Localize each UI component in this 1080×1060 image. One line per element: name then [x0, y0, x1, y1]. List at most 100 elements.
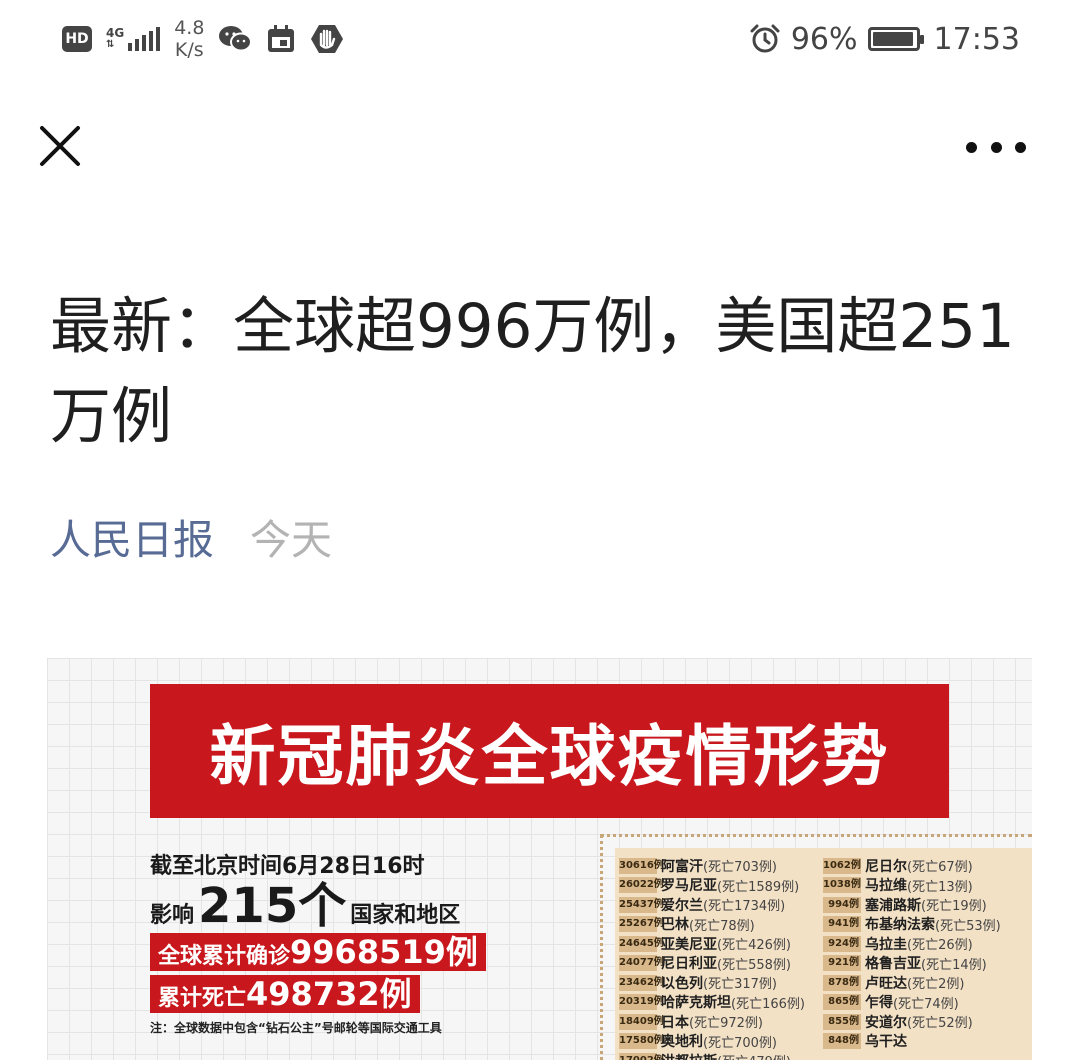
- country-name: 亚美尼亚: [661, 936, 717, 953]
- country-row: 25437例 爱尔兰 (死亡1734例): [619, 895, 805, 915]
- signal-indicator: 4G ⇅: [106, 26, 161, 51]
- calendar-icon: [268, 25, 295, 52]
- infographic-image[interactable]: 新冠肺炎全球疫情形势 截至北京时间6月28日16时 影响 215个 国家和地区 …: [47, 658, 1032, 1060]
- country-row: 865例 乍得 (死亡74例): [823, 993, 1001, 1013]
- country-name: 安道尔: [865, 1014, 907, 1031]
- status-bar: HD 4G ⇅ 4.8 K/s 96% 17:53: [0, 0, 1080, 78]
- country-row: 855例 安道尔 (死亡52例): [823, 1012, 1001, 1032]
- clock-time: 17:53: [933, 21, 1020, 57]
- case-count: 17002例: [619, 1052, 664, 1060]
- deaths-bar: 累计死亡498732例: [150, 975, 420, 1013]
- case-count: 23462例: [619, 974, 664, 991]
- country-name: 尼日利亚: [661, 956, 717, 973]
- country-name: 巴林: [661, 917, 689, 934]
- case-count: 848例: [823, 1033, 861, 1050]
- more-dot-icon: [1015, 141, 1026, 153]
- case-count: 25267例: [619, 916, 664, 933]
- case-count: 878例: [823, 974, 861, 991]
- network-speed: 4.8 K/s: [174, 17, 204, 61]
- country-name: 洪都拉斯: [661, 1051, 717, 1060]
- case-count: 25437例: [619, 896, 664, 913]
- affect-suffix: 国家和地区: [350, 903, 461, 928]
- close-icon: [40, 126, 80, 166]
- battery-icon: [867, 27, 924, 51]
- article-author-link[interactable]: 人民日报: [50, 506, 214, 566]
- country-list-right: 1062例 尼日尔 (死亡67例) 1038例 马拉维 (死亡13例) 994例 塞浦路斯 (死…: [823, 856, 1001, 1051]
- speed-value: 4.8: [174, 17, 205, 39]
- death-count: (死亡479例): [717, 1051, 791, 1060]
- death-count: (死亡1589例): [717, 879, 800, 895]
- country-row: 941例 布基纳法索 (死亡53例): [823, 915, 1001, 935]
- death-count: (死亡166例): [731, 996, 805, 1012]
- footnote: 注：全球数据中包含“钻石公主”号邮轮等国际交通工具: [150, 1021, 442, 1035]
- wechat-icon: [219, 26, 253, 52]
- case-count: 1038例: [823, 877, 861, 894]
- country-list-left: 30616例 阿富汗 (死亡703例) 26022例 罗马尼亚 (死亡1589例) 2543…: [619, 856, 805, 1060]
- confirmed-value: 9968519例: [290, 933, 478, 971]
- country-row: 1038例 马拉维 (死亡13例): [823, 876, 1001, 896]
- confirmed-bar: 全球累计确诊9968519例: [150, 933, 486, 971]
- infographic-banner: 新冠肺炎全球疫情形势: [150, 684, 949, 818]
- death-count: (死亡19例): [921, 899, 987, 915]
- death-count: (死亡53例): [935, 918, 1001, 934]
- case-count: 24645例: [619, 935, 664, 952]
- case-count: 941例: [823, 916, 861, 933]
- case-count: 921例: [823, 955, 861, 972]
- country-name: 阿富汗: [661, 858, 703, 875]
- country-name: 日本: [661, 1014, 689, 1031]
- country-row: 24077例 尼日利亚 (死亡558例): [619, 954, 805, 974]
- article-title: 最新：全球超996万例，美国超251万例: [50, 291, 1015, 452]
- death-count: (死亡700例): [703, 1035, 777, 1051]
- country-row: 24645例 亚美尼亚 (死亡426例): [619, 934, 805, 954]
- death-count: (死亡317例): [703, 977, 777, 993]
- country-name: 塞浦路斯: [865, 897, 921, 914]
- case-count: 20319例: [619, 994, 664, 1011]
- affect-count: 215个: [198, 878, 347, 934]
- country-name: 乌干达: [865, 1034, 907, 1051]
- death-count: (死亡14例): [921, 957, 987, 973]
- status-bar-left: HD 4G ⇅ 4.8 K/s: [62, 14, 344, 64]
- deaths-label: 累计死亡: [158, 986, 247, 1011]
- country-name: 乍得: [865, 995, 893, 1012]
- network-type: 4G: [106, 26, 125, 40]
- close-button[interactable]: [38, 124, 82, 168]
- country-name: 以色列: [661, 975, 703, 992]
- country-row: 994例 塞浦路斯 (死亡19例): [823, 895, 1001, 915]
- country-name: 尼日尔: [865, 858, 907, 875]
- alarm-icon: [750, 24, 780, 53]
- case-count: 855例: [823, 1013, 861, 1030]
- case-count: 1062例: [823, 857, 861, 874]
- country-row: 23462例 以色列 (死亡317例): [619, 973, 805, 993]
- status-bar-right: 96% 17:53: [749, 14, 1020, 64]
- case-count: 18409例: [619, 1013, 664, 1030]
- country-row: 921例 格鲁吉亚 (死亡14例): [823, 954, 1001, 974]
- country-row: 17002例洪都拉斯(死亡479例): [619, 1051, 805, 1060]
- case-count: 26022例: [619, 877, 664, 894]
- deaths-value: 498732例: [246, 975, 412, 1013]
- country-name: 奥地利: [661, 1034, 703, 1051]
- case-count: 17580例: [619, 1033, 664, 1050]
- country-row: 924例 乌拉圭 (死亡26例): [823, 934, 1001, 954]
- death-count: (死亡1734例): [703, 899, 786, 915]
- country-name: 哈萨克斯坦: [661, 995, 731, 1012]
- article-date: 今天: [250, 516, 332, 564]
- country-row: 17580例 奥地利 (死亡700例): [619, 1032, 805, 1052]
- death-count: (死亡26例): [907, 938, 973, 954]
- death-count: (死亡426例): [717, 938, 791, 954]
- country-row: 848例 乌干达: [823, 1032, 1001, 1052]
- country-name: 爱尔兰: [661, 897, 703, 914]
- more-options-button[interactable]: [966, 130, 1026, 164]
- affected-countries: 影响 215个 国家和地区: [150, 878, 610, 934]
- affect-prefix: 影响: [150, 903, 195, 928]
- country-row: 26022例 罗马尼亚 (死亡1589例): [619, 876, 805, 896]
- battery-percent: 96%: [790, 21, 858, 57]
- death-count: (死亡972例): [689, 1016, 763, 1032]
- death-count: (死亡67例): [907, 860, 973, 876]
- article-meta: 人民日报 今天: [50, 506, 332, 566]
- speed-unit: K/s: [174, 39, 204, 61]
- death-count: (死亡558例): [717, 957, 791, 973]
- country-row: 18409例 日本 (死亡972例): [619, 1012, 805, 1032]
- country-name: 格鲁吉亚: [865, 956, 921, 973]
- death-count: (死亡74例): [893, 996, 959, 1012]
- hd-badge: HD: [62, 26, 92, 52]
